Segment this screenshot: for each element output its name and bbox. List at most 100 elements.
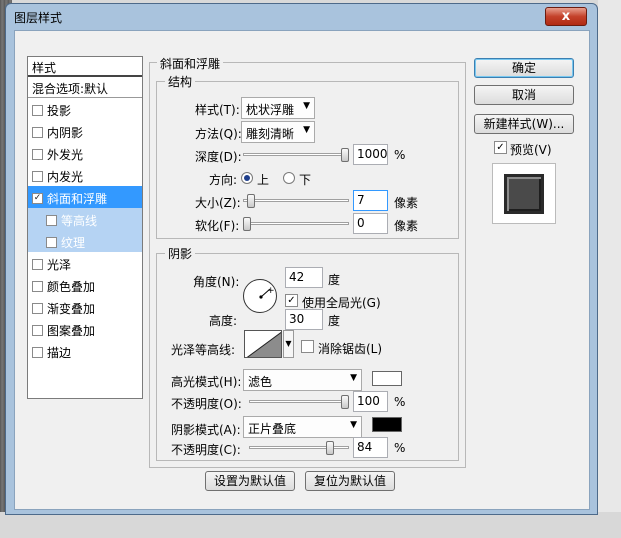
style-item-checkbox[interactable] [32,303,43,314]
style-item-label: 外发光 [47,148,84,162]
style-item-label: 投影 [47,104,72,118]
style-item[interactable]: 投影 [28,98,142,120]
dialog-title: 图层样式 [14,11,63,25]
style-item[interactable]: 等高线 [28,208,142,230]
preview-checkbox[interactable]: ✓ [494,141,507,154]
highlight-color-swatch[interactable] [372,371,402,386]
style-item-checkbox[interactable] [32,105,43,116]
style-item-checkbox[interactable] [32,171,43,182]
direction-up-radio[interactable] [241,172,253,184]
shadow-mode-select[interactable]: 正片叠底 ▼ [243,416,362,438]
highlight-opacity-track[interactable] [249,400,349,403]
soften-slider-track[interactable] [243,222,349,225]
highlight-mode-value: 滤色 [248,375,273,389]
anti-alias-label[interactable]: 消除锯齿(L) [318,340,382,357]
technique-select[interactable]: 雕刻清晰 ▼ [241,121,315,143]
shadow-opacity-thumb[interactable] [326,441,335,455]
style-item-checkbox[interactable] [32,149,43,160]
gloss-contour-preview[interactable] [244,330,282,358]
chevron-down-icon: ▼ [303,125,310,135]
style-item-label: 斜面和浮雕 [47,192,108,206]
ok-button[interactable]: 确定 [474,58,574,78]
style-item-label: 描边 [47,346,72,360]
style-item[interactable]: 光泽 [28,252,142,274]
soften-slider-thumb[interactable] [243,217,251,231]
highlight-opacity-label: 不透明度(O): [171,397,242,411]
reset-default-button[interactable]: 复位为默认值 [305,471,395,491]
gloss-contour-dropdown[interactable]: ▼ [283,330,294,358]
technique-select-value: 雕刻清晰 [246,127,295,141]
style-item[interactable]: 颜色叠加 [28,274,142,296]
soften-label: 软化(F): [195,219,240,233]
soften-input[interactable]: 0 [353,213,388,234]
anti-alias-checkbox[interactable] [301,340,314,353]
title-bar[interactable]: 图层样式 x [6,4,597,28]
style-item[interactable]: 渐变叠加 [28,296,142,318]
layer-style-dialog: 图层样式 x 样式 混合选项:默认 投影内阴影外发光内发光 ✓ 斜面和浮雕等高线纹理… [5,3,598,515]
style-item[interactable]: 纹理 [28,230,142,252]
style-select[interactable]: 枕状浮雕 ▼ [241,97,315,119]
angle-input[interactable]: 42 [285,267,323,288]
size-slider-thumb[interactable] [246,194,255,208]
make-default-button[interactable]: 设置为默认值 [205,471,295,491]
close-button[interactable]: x [545,7,587,26]
highlight-opacity-thumb[interactable] [341,395,349,409]
style-item-checkbox[interactable] [32,347,43,358]
highlight-mode-select[interactable]: 滤色 ▼ [243,369,362,391]
style-preview-swatch [504,174,544,214]
style-item[interactable]: 内阴影 [28,120,142,142]
style-item[interactable]: 描边 [28,340,142,362]
style-item-checkbox[interactable] [32,127,43,138]
style-item[interactable]: 外发光 [28,142,142,164]
style-item-checkbox[interactable] [32,281,43,292]
chevron-down-icon: ▼ [285,339,292,348]
angle-dial[interactable]: + [243,279,277,313]
highlight-mode-label: 高光模式(H): [171,375,242,389]
soften-unit: 像素 [394,219,419,233]
depth-slider-track[interactable] [243,153,349,156]
depth-unit: % [394,148,406,162]
depth-input[interactable]: 1000 [353,144,388,165]
gloss-contour-label: 光泽等高线: [171,343,236,357]
shadow-mode-label: 阴影模式(A): [171,423,241,437]
shadow-color-swatch[interactable] [372,417,402,432]
highlight-opacity-input[interactable]: 100 [353,391,388,412]
style-item-checkbox[interactable] [32,325,43,336]
direction-label: 方向: [209,173,238,187]
style-item-label: 等高线 [61,214,98,228]
background-bottom [0,512,621,538]
altitude-input[interactable]: 30 [285,309,323,330]
style-item-checkbox[interactable] [32,259,43,270]
style-label: 样式(T): [195,103,240,117]
chevron-down-icon: ▼ [303,101,310,111]
cancel-button[interactable]: 取消 [474,85,574,105]
style-item[interactable]: 图案叠加 [28,318,142,340]
style-item-checkbox[interactable] [46,237,57,248]
global-light-checkbox[interactable]: ✓ [285,294,298,307]
close-icon: x [561,9,571,24]
shadow-opacity-label: 不透明度(C): [171,443,241,457]
style-list-header[interactable]: 样式 [28,57,142,77]
shading-title: 阴影 [165,245,196,262]
bevel-emboss-title: 斜面和浮雕 [157,55,224,72]
style-item-label: 渐变叠加 [47,302,96,316]
direction-up-label[interactable]: 上 [257,171,269,188]
depth-label: 深度(D): [195,150,242,164]
shadow-opacity-input[interactable]: 84 [353,437,388,458]
style-item[interactable]: 内发光 [28,164,142,186]
style-item[interactable]: ✓ 斜面和浮雕 [28,186,142,208]
size-slider-track[interactable] [243,199,349,202]
style-item-label: 图案叠加 [47,324,96,338]
svg-text:+: + [267,286,275,296]
style-item-checkbox[interactable]: ✓ [32,193,43,204]
style-item-checkbox[interactable] [46,215,57,226]
direction-down-label[interactable]: 下 [299,171,311,188]
blend-options-item[interactable]: 混合选项:默认 [28,77,142,98]
preview-label[interactable]: 预览(V) [510,141,552,158]
depth-slider-thumb[interactable] [341,148,349,162]
dialog-body: 样式 混合选项:默认 投影内阴影外发光内发光 ✓ 斜面和浮雕等高线纹理 光泽 颜色叠加渐… [14,30,590,510]
new-style-button[interactable]: 新建样式(W)... [474,114,574,134]
size-input[interactable]: 7 [353,190,388,211]
angle-indicator-icon: + [259,286,275,299]
direction-down-radio[interactable] [283,172,295,184]
